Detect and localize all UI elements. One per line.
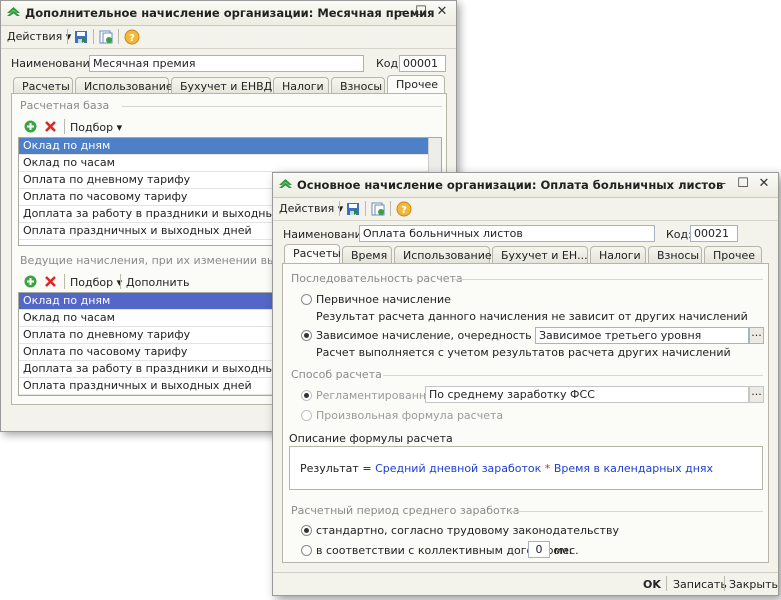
months-label: мес.	[554, 544, 579, 557]
formula-section-label: Описание формулы расчета	[289, 432, 453, 445]
window-main-accrual: Основное начисление организации: Оплата …	[272, 172, 779, 596]
primary-label: Первичное начисление	[316, 293, 451, 306]
code-label: Код:	[376, 57, 402, 70]
tab-calculations[interactable]: Расчеты	[13, 77, 73, 94]
close-button[interactable]: Закрыть	[729, 578, 778, 591]
tab-usage[interactable]: Использование	[394, 246, 492, 263]
section-method: Способ расчета	[291, 368, 382, 381]
toolbar: Действия ▾ ?	[1, 26, 456, 49]
regulated-radio[interactable]	[301, 390, 312, 401]
add-icon[interactable]	[24, 120, 37, 133]
list-item[interactable]: Оклад по дням	[19, 138, 441, 155]
months-field[interactable]: 0	[528, 541, 550, 558]
tab-contributions[interactable]: Взносы	[331, 77, 385, 94]
standard-label: стандартно, согласно трудовому законодат…	[316, 524, 619, 537]
save-button[interactable]: Записать	[673, 578, 727, 591]
actions-menu[interactable]: Действия ▾	[7, 30, 71, 43]
tab-panel: Последовательность расчета Первичное нач…	[282, 263, 769, 563]
name-field[interactable]: Оплата больничных листов	[359, 225, 655, 242]
tab-calculations[interactable]: Расчеты	[284, 244, 341, 263]
tab-accounting[interactable]: Бухучет и ЕН...	[492, 246, 588, 263]
maximize-icon[interactable]: ☐	[735, 176, 751, 192]
help-icon[interactable]: ?	[124, 29, 140, 45]
button-bar: OK Записать Закрыть	[273, 572, 778, 595]
maximize-icon[interactable]: ☐	[413, 4, 429, 20]
select-button[interactable]: ...	[749, 386, 764, 403]
tab-bar: Расчеты Использование Бухучет и ЕНВД Нал…	[13, 75, 445, 94]
tab-bar: Расчеты Время Использование Бухучет и ЕН…	[284, 244, 762, 263]
code-label: Код:	[666, 228, 692, 241]
save-icon[interactable]	[73, 29, 89, 45]
tab-time[interactable]: Время	[342, 246, 392, 263]
window-title: Дополнительное начисление организации: М…	[25, 6, 435, 20]
name-label: Наименование:	[11, 57, 101, 70]
standard-radio[interactable]	[301, 525, 312, 536]
minimize-icon[interactable]: ‒	[714, 176, 730, 192]
minimize-icon[interactable]: ‒	[392, 4, 408, 20]
save-icon[interactable]	[345, 201, 361, 217]
section-base: Расчетная база	[20, 99, 110, 112]
delete-icon[interactable]	[44, 275, 57, 288]
arbitrary-formula-radio[interactable]	[301, 410, 312, 421]
title-bar: Основное начисление организации: Оплата …	[273, 173, 778, 198]
tab-other[interactable]: Прочее	[704, 246, 762, 263]
tab-other[interactable]: Прочее	[387, 75, 445, 94]
title-bar: Дополнительное начисление организации: М…	[1, 1, 456, 26]
app-logo-icon	[279, 179, 292, 188]
delete-icon[interactable]	[44, 120, 57, 133]
copy-doc-icon[interactable]	[370, 201, 386, 217]
window-title: Основное начисление организации: Оплата …	[297, 178, 724, 192]
formula-result: Результат	[300, 462, 359, 475]
svg-text:?: ?	[129, 33, 135, 44]
name-field[interactable]: Месячная премия	[89, 55, 364, 72]
formula-eq: =	[358, 462, 376, 475]
tab-taxes[interactable]: Налоги	[273, 77, 329, 94]
section-period: Расчетный период среднего заработка	[291, 504, 520, 517]
dependent-order-field[interactable]: Зависимое третьего уровня	[535, 327, 749, 344]
add-more-button[interactable]: Дополнить	[126, 276, 190, 289]
toolbar: Действия ▾ ?	[273, 198, 778, 221]
formula-term: Средний дневной заработок	[375, 462, 542, 475]
section-sequence: Последовательность расчета	[291, 272, 463, 285]
picker-button[interactable]: Подбор ▾	[70, 121, 122, 134]
actions-menu[interactable]: Действия ▾	[279, 202, 343, 215]
tab-contributions[interactable]: Взносы	[648, 246, 702, 263]
formula-operator: *	[541, 462, 554, 475]
picker-button[interactable]: Подбор ▾	[70, 276, 122, 289]
dependent-radio[interactable]	[301, 330, 312, 341]
app-logo-icon	[7, 7, 20, 16]
list-item[interactable]: Оклад по часам	[19, 155, 441, 172]
dependent-description: Расчет выполняется с учетом результатов …	[316, 346, 731, 359]
primary-radio[interactable]	[301, 294, 312, 305]
tab-accounting[interactable]: Бухучет и ЕНВД	[171, 77, 272, 94]
arbitrary-formula-label: Произвольная формула расчета	[316, 409, 504, 422]
tab-taxes[interactable]: Налоги	[590, 246, 646, 263]
formula-box: Результат = Средний дневной заработок * …	[289, 446, 763, 490]
formula-term: Время в календарных днях	[553, 462, 714, 475]
ok-button[interactable]: OK	[643, 578, 661, 591]
primary-description: Результат расчета данного начисления не …	[316, 310, 748, 323]
code-field[interactable]: 00021	[690, 225, 738, 242]
tab-usage[interactable]: Использование	[75, 77, 173, 94]
select-button[interactable]: ...	[749, 327, 764, 344]
collective-radio[interactable]	[301, 545, 312, 556]
close-icon[interactable]: ✕	[756, 176, 772, 192]
copy-doc-icon[interactable]	[98, 29, 114, 45]
code-field[interactable]: 00001	[399, 55, 446, 72]
svg-text:?: ?	[401, 205, 407, 216]
close-icon[interactable]: ✕	[434, 4, 450, 20]
formula-text: Результат = Средний дневной заработок * …	[300, 462, 713, 475]
add-icon[interactable]	[24, 275, 37, 288]
section-leading: Ведущие начисления, при их изменении вып…	[20, 254, 301, 267]
regulated-field[interactable]: По среднему заработку ФСС	[425, 386, 749, 403]
help-icon[interactable]: ?	[396, 201, 412, 217]
